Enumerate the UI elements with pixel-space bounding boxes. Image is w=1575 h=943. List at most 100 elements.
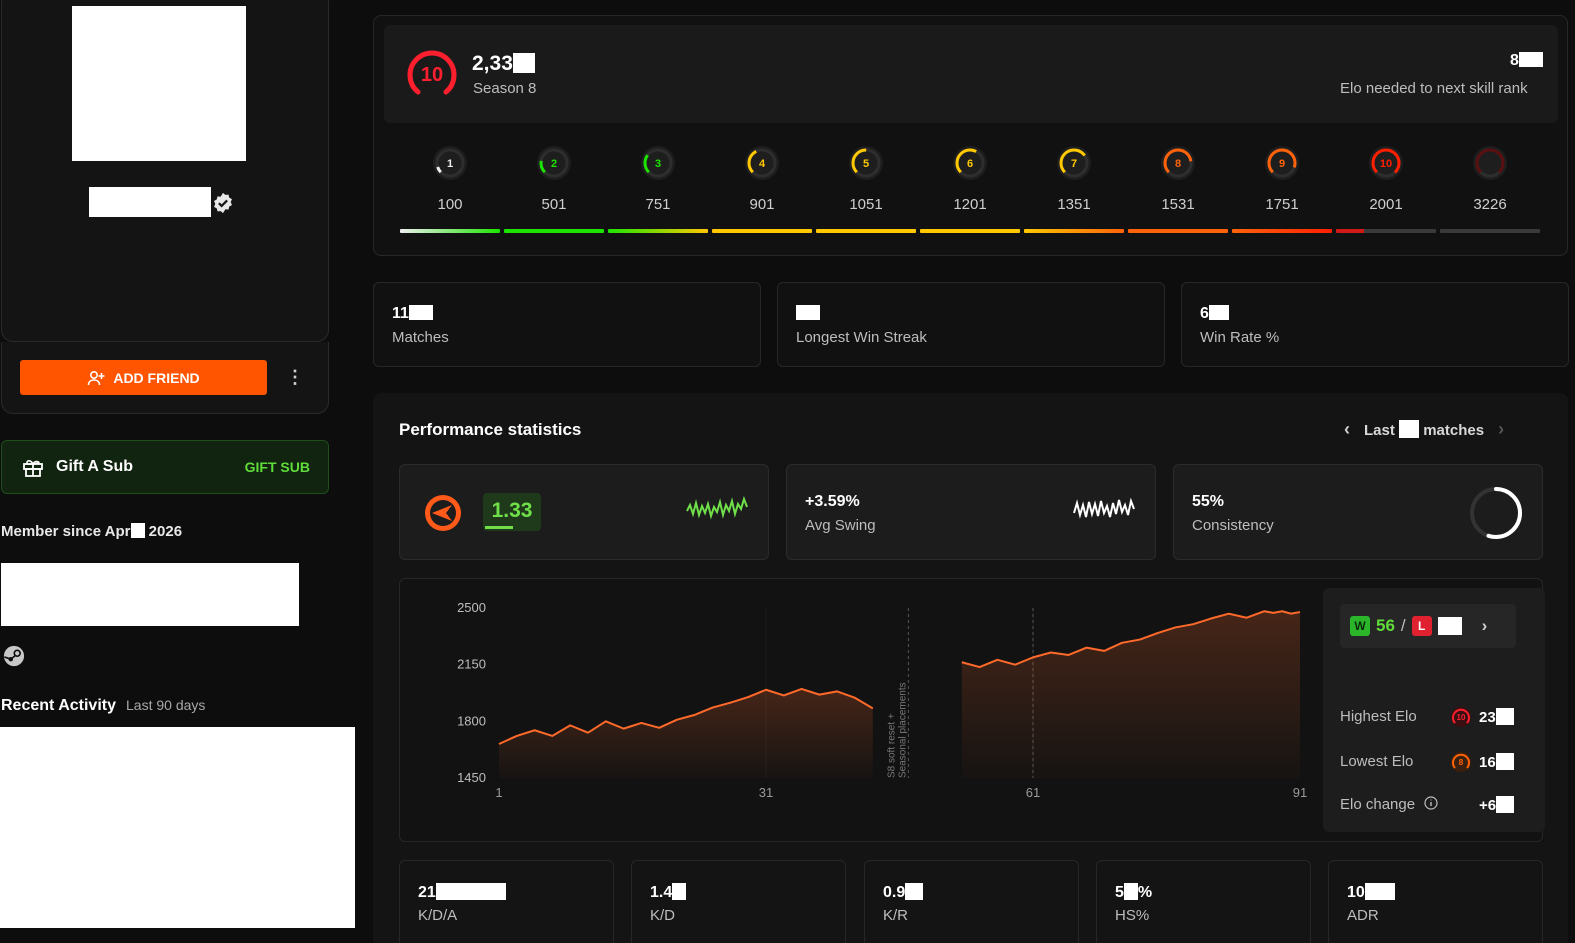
level-10-icon: 10: [1451, 707, 1471, 727]
level-icon: 10: [1369, 146, 1403, 180]
matches-card: 11 Matches: [373, 282, 761, 367]
kr-label: K/R: [883, 907, 909, 924]
highest-elo-row: Highest Elo 10 23: [1340, 706, 1520, 728]
gift-sub-button[interactable]: GIFT SUB: [245, 459, 310, 475]
chevron-right-icon[interactable]: ›: [1494, 419, 1508, 440]
level-min-elo: 100: [437, 196, 463, 213]
add-user-icon: [88, 370, 105, 385]
season-reset-annotation: Seasonal placements: [897, 682, 908, 778]
elo-change-prefix: +6: [1479, 797, 1497, 814]
level-range-bar: [816, 229, 916, 233]
player-name: [89, 187, 211, 217]
lowest-elo-label: Lowest Elo: [1340, 753, 1414, 770]
level-icon: 6: [953, 146, 987, 180]
level-icon: 2: [537, 146, 571, 180]
consistency-value: 55%: [1192, 493, 1225, 510]
redacted-digit: [512, 53, 535, 73]
lowest-elo-level: 8: [1459, 758, 1464, 767]
elo-history-chart: 2500 2150 1800 1450 1 31 61 91 S8 soft reset + Se…: [457, 600, 1307, 800]
redacted-digit: [905, 883, 924, 900]
current-level-text: 10: [421, 64, 443, 86]
level-min-elo: 3226: [1473, 196, 1507, 213]
kd-label: K/D: [650, 907, 676, 924]
activity-heatmap-redacted: [0, 727, 355, 928]
redacted-losses: [1437, 617, 1462, 635]
hs-value-suffix: %: [1137, 884, 1153, 901]
level-min-elo: 751: [645, 196, 671, 213]
longest-streak-label: Longest Win Streak: [796, 329, 927, 346]
level-10-icon: 10: [407, 50, 457, 95]
matches-label: Matches: [392, 329, 449, 346]
info-icon[interactable]: [1424, 796, 1438, 810]
gift-sub-card[interactable]: Gift A Sub GIFT SUB: [1, 440, 329, 494]
avatar: [72, 6, 246, 161]
level-range-bar: [1336, 229, 1436, 233]
match-range-nav: ‹ Last matches ›: [1340, 419, 1508, 440]
x-tick-label: 91: [1293, 785, 1307, 800]
redacted-digit: [1123, 883, 1138, 900]
level-range-bar: [608, 229, 708, 233]
level-number: 10: [1380, 158, 1392, 170]
level-min-elo: 1531: [1161, 196, 1195, 213]
current-elo-value: 2,33: [472, 52, 513, 75]
rating-value: 1.33: [491, 499, 533, 522]
redacted-digit: [1495, 708, 1514, 725]
level-icon: 4: [745, 146, 779, 180]
level-number: 2: [551, 158, 557, 170]
recent-activity-header: Recent Activity Last 90 days: [1, 697, 205, 715]
steam-icon[interactable]: [3, 645, 25, 667]
more-options-button[interactable]: ⋮: [286, 366, 304, 388]
longest-streak-card: Longest Win Streak: [777, 282, 1165, 367]
swing-sparkline: [1073, 497, 1135, 519]
chevron-right-icon[interactable]: ›: [1482, 616, 1488, 636]
matches-value-prefix: 11: [392, 305, 409, 322]
recent-activity-subtitle: Last 90 days: [126, 697, 206, 713]
level-item-2: 2 501: [504, 143, 604, 213]
win-loss-box[interactable]: W 56 / L ›: [1340, 604, 1516, 648]
level-range-bar: [504, 229, 604, 233]
lowest-elo-row: Lowest Elo 8 16: [1340, 751, 1520, 773]
level-icon: 5: [849, 146, 883, 180]
match-range-prefix: Last: [1364, 422, 1395, 439]
highest-elo-prefix: 23: [1479, 709, 1496, 726]
skill-summary: [384, 25, 1558, 123]
consistency-gauge: [1470, 487, 1522, 539]
rating-underline: [485, 526, 513, 529]
hs-card: 5% HS%: [1096, 860, 1311, 943]
match-range-suffix: matches: [1423, 422, 1485, 439]
level-range-bar: [400, 229, 500, 233]
level-min-elo: 1201: [953, 196, 987, 213]
level-item-10: 10 2001: [1336, 143, 1436, 213]
level-min-elo: 501: [541, 196, 567, 213]
level-icon: 7: [1057, 146, 1091, 180]
level-item-7: 7 1351: [1024, 143, 1124, 213]
elo-needed-value: 8: [1510, 52, 1543, 70]
hs-value-prefix: 5: [1115, 884, 1124, 901]
recent-activity-title: Recent Activity: [1, 697, 116, 714]
kd-card: 1.4 K/D: [631, 860, 846, 943]
consistency-label: Consistency: [1192, 517, 1274, 534]
level-range-bar: [1440, 229, 1540, 233]
elo-needed-prefix: 8: [1510, 52, 1519, 69]
level-icon: 9: [1265, 146, 1299, 180]
win-badge: W: [1350, 616, 1370, 636]
gift-sub-title: Gift A Sub: [56, 458, 134, 475]
elo-change-value: +6: [1479, 796, 1515, 814]
elo-change-row: Elo change +6: [1340, 794, 1520, 816]
chevron-left-icon[interactable]: ‹: [1340, 419, 1354, 440]
win-rate-label: Win Rate %: [1200, 329, 1280, 346]
avg-swing-label: Avg Swing: [805, 517, 876, 534]
member-since: Member since Apr 2026: [1, 523, 182, 540]
current-elo: 2,33: [472, 52, 535, 76]
level-range-bar: [1232, 229, 1332, 233]
gift-icon: [23, 460, 43, 477]
avg-swing-card: +3.59% Avg Swing: [786, 464, 1156, 560]
level-icon: 8: [1161, 146, 1195, 180]
level-min-elo: 1751: [1265, 196, 1299, 213]
longest-streak-value: [796, 305, 1164, 325]
verified-icon: [214, 192, 232, 214]
level-min-elo: 1351: [1057, 196, 1091, 213]
redacted-digit: [1495, 753, 1514, 770]
adr-label: ADR: [1347, 907, 1379, 924]
add-friend-button[interactable]: ADD FRIEND: [20, 360, 267, 395]
